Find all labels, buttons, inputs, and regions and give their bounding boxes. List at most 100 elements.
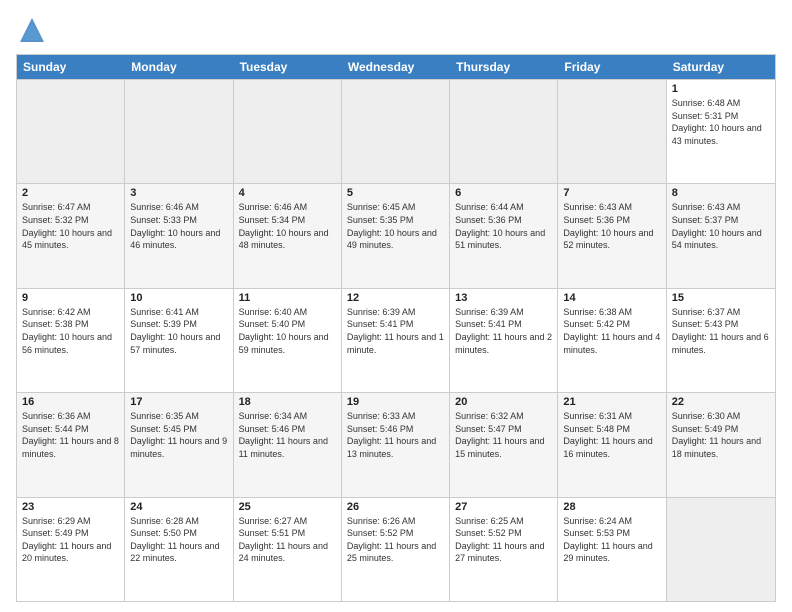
day-number: 8 xyxy=(672,187,770,199)
day-cell-13: 13 Sunrise: 6:39 AM Sunset: 5:41 PM Dayli… xyxy=(450,289,558,392)
day-cell-8: 8Sunrise: 6:43 AM Sunset: 5:37 PM Daylig… xyxy=(667,184,775,287)
day-cell-24: 24 Sunrise: 6:28 AM Sunset: 5:50 PM Dayli… xyxy=(125,498,233,601)
day-number: 5 xyxy=(347,187,444,199)
header-day-thursday: Thursday xyxy=(450,55,558,79)
day-number: 22 xyxy=(672,396,770,408)
week-row-3: 16Sunrise: 6:36 AM Sunset: 5:44 PM Dayli… xyxy=(17,392,775,496)
empty-cell xyxy=(667,498,775,601)
day-cell-7: 7 Sunrise: 6:43 AM Sunset: 5:36 PM Daylig… xyxy=(558,184,666,287)
day-cell-4: 4 Sunrise: 6:46 AM Sunset: 5:34 PM Daylig… xyxy=(234,184,342,287)
day-cell-20: 20 Sunrise: 6:32 AM Sunset: 5:47 PM Dayli… xyxy=(450,393,558,496)
day-number: 26 xyxy=(347,501,444,513)
day-info: Sunrise: 6:30 AM Sunset: 5:49 PM Dayligh… xyxy=(672,410,770,460)
day-info: Sunrise: 6:39 AM Sunset: 5:41 PM Dayligh… xyxy=(455,306,552,356)
header-day-tuesday: Tuesday xyxy=(234,55,342,79)
day-cell-1: 1Sunrise: 6:48 AM Sunset: 5:31 PM Daylig… xyxy=(667,80,775,183)
logo xyxy=(16,16,46,44)
day-number: 1 xyxy=(672,83,770,95)
day-number: 27 xyxy=(455,501,552,513)
day-info: Sunrise: 6:27 AM Sunset: 5:51 PM Dayligh… xyxy=(239,515,336,565)
day-info: Sunrise: 6:24 AM Sunset: 5:53 PM Dayligh… xyxy=(563,515,660,565)
header-day-wednesday: Wednesday xyxy=(342,55,450,79)
day-number: 23 xyxy=(22,501,119,513)
day-cell-15: 15 Sunrise: 6:37 AM Sunset: 5:43 PM Dayli… xyxy=(667,289,775,392)
day-info: Sunrise: 6:37 AM Sunset: 5:43 PM Dayligh… xyxy=(672,306,770,356)
day-info: Sunrise: 6:28 AM Sunset: 5:50 PM Dayligh… xyxy=(130,515,227,565)
day-number: 25 xyxy=(239,501,336,513)
day-cell-3: 3 Sunrise: 6:46 AM Sunset: 5:33 PM Daylig… xyxy=(125,184,233,287)
day-number: 19 xyxy=(347,396,444,408)
day-cell-18: 18 Sunrise: 6:34 AM Sunset: 5:46 PM Dayli… xyxy=(234,393,342,496)
day-number: 15 xyxy=(672,292,770,304)
day-cell-27: 27 Sunrise: 6:25 AM Sunset: 5:52 PM Dayli… xyxy=(450,498,558,601)
page: SundayMondayTuesdayWednesdayThursdayFrid… xyxy=(0,0,792,612)
day-info: Sunrise: 6:45 AM Sunset: 5:35 PM Dayligh… xyxy=(347,201,444,251)
day-cell-2: 2 Sunrise: 6:47 AM Sunset: 5:32 PM Daylig… xyxy=(17,184,125,287)
day-number: 20 xyxy=(455,396,552,408)
day-number: 7 xyxy=(563,187,660,199)
day-info: Sunrise: 6:46 AM Sunset: 5:34 PM Dayligh… xyxy=(239,201,336,251)
day-info: Sunrise: 6:42 AM Sunset: 5:38 PM Dayligh… xyxy=(22,306,119,356)
empty-cell xyxy=(17,80,125,183)
day-cell-6: 6 Sunrise: 6:44 AM Sunset: 5:36 PM Daylig… xyxy=(450,184,558,287)
empty-cell xyxy=(125,80,233,183)
day-cell-23: 23 Sunrise: 6:29 AM Sunset: 5:49 PM Dayli… xyxy=(17,498,125,601)
day-info: Sunrise: 6:29 AM Sunset: 5:49 PM Dayligh… xyxy=(22,515,119,565)
day-info: Sunrise: 6:35 AM Sunset: 5:45 PM Dayligh… xyxy=(130,410,227,460)
day-number: 9 xyxy=(22,292,119,304)
day-cell-26: 26 Sunrise: 6:26 AM Sunset: 5:52 PM Dayli… xyxy=(342,498,450,601)
day-number: 28 xyxy=(563,501,660,513)
day-number: 2 xyxy=(22,187,119,199)
header xyxy=(16,16,776,44)
day-number: 17 xyxy=(130,396,227,408)
day-info: Sunrise: 6:25 AM Sunset: 5:52 PM Dayligh… xyxy=(455,515,552,565)
day-cell-22: 22 Sunrise: 6:30 AM Sunset: 5:49 PM Dayli… xyxy=(667,393,775,496)
day-cell-28: 28 Sunrise: 6:24 AM Sunset: 5:53 PM Dayli… xyxy=(558,498,666,601)
day-info: Sunrise: 6:47 AM Sunset: 5:32 PM Dayligh… xyxy=(22,201,119,251)
day-number: 10 xyxy=(130,292,227,304)
day-info: Sunrise: 6:43 AM Sunset: 5:36 PM Dayligh… xyxy=(563,201,660,251)
day-info: Sunrise: 6:41 AM Sunset: 5:39 PM Dayligh… xyxy=(130,306,227,356)
day-cell-9: 9 Sunrise: 6:42 AM Sunset: 5:38 PM Daylig… xyxy=(17,289,125,392)
day-info: Sunrise: 6:33 AM Sunset: 5:46 PM Dayligh… xyxy=(347,410,444,460)
header-day-friday: Friday xyxy=(558,55,666,79)
day-number: 4 xyxy=(239,187,336,199)
day-cell-10: 10 Sunrise: 6:41 AM Sunset: 5:39 PM Dayli… xyxy=(125,289,233,392)
day-cell-21: 21 Sunrise: 6:31 AM Sunset: 5:48 PM Dayli… xyxy=(558,393,666,496)
day-cell-14: 14 Sunrise: 6:38 AM Sunset: 5:42 PM Dayli… xyxy=(558,289,666,392)
day-info: Sunrise: 6:39 AM Sunset: 5:41 PM Dayligh… xyxy=(347,306,444,356)
empty-cell xyxy=(342,80,450,183)
empty-cell xyxy=(450,80,558,183)
day-info: Sunrise: 6:38 AM Sunset: 5:42 PM Dayligh… xyxy=(563,306,660,356)
day-number: 13 xyxy=(455,292,552,304)
day-number: 24 xyxy=(130,501,227,513)
day-number: 14 xyxy=(563,292,660,304)
logo-icon xyxy=(18,16,46,44)
day-number: 21 xyxy=(563,396,660,408)
day-cell-16: 16Sunrise: 6:36 AM Sunset: 5:44 PM Dayli… xyxy=(17,393,125,496)
calendar: SundayMondayTuesdayWednesdayThursdayFrid… xyxy=(16,54,776,602)
day-info: Sunrise: 6:34 AM Sunset: 5:46 PM Dayligh… xyxy=(239,410,336,460)
day-number: 18 xyxy=(239,396,336,408)
day-info: Sunrise: 6:31 AM Sunset: 5:48 PM Dayligh… xyxy=(563,410,660,460)
week-row-4: 23 Sunrise: 6:29 AM Sunset: 5:49 PM Dayli… xyxy=(17,497,775,601)
day-cell-12: 12Sunrise: 6:39 AM Sunset: 5:41 PM Dayli… xyxy=(342,289,450,392)
day-number: 3 xyxy=(130,187,227,199)
day-info: Sunrise: 6:36 AM Sunset: 5:44 PM Dayligh… xyxy=(22,410,119,460)
day-cell-25: 25 Sunrise: 6:27 AM Sunset: 5:51 PM Dayli… xyxy=(234,498,342,601)
day-info: Sunrise: 6:46 AM Sunset: 5:33 PM Dayligh… xyxy=(130,201,227,251)
day-cell-19: 19 Sunrise: 6:33 AM Sunset: 5:46 PM Dayli… xyxy=(342,393,450,496)
empty-cell xyxy=(558,80,666,183)
header-day-sunday: Sunday xyxy=(17,55,125,79)
day-info: Sunrise: 6:32 AM Sunset: 5:47 PM Dayligh… xyxy=(455,410,552,460)
header-day-saturday: Saturday xyxy=(667,55,775,79)
week-row-0: 1Sunrise: 6:48 AM Sunset: 5:31 PM Daylig… xyxy=(17,79,775,183)
day-info: Sunrise: 6:44 AM Sunset: 5:36 PM Dayligh… xyxy=(455,201,552,251)
week-row-2: 9 Sunrise: 6:42 AM Sunset: 5:38 PM Daylig… xyxy=(17,288,775,392)
calendar-body: 1Sunrise: 6:48 AM Sunset: 5:31 PM Daylig… xyxy=(17,79,775,601)
day-cell-11: 11Sunrise: 6:40 AM Sunset: 5:40 PM Dayli… xyxy=(234,289,342,392)
day-info: Sunrise: 6:26 AM Sunset: 5:52 PM Dayligh… xyxy=(347,515,444,565)
day-number: 6 xyxy=(455,187,552,199)
day-cell-5: 5 Sunrise: 6:45 AM Sunset: 5:35 PM Daylig… xyxy=(342,184,450,287)
header-day-monday: Monday xyxy=(125,55,233,79)
